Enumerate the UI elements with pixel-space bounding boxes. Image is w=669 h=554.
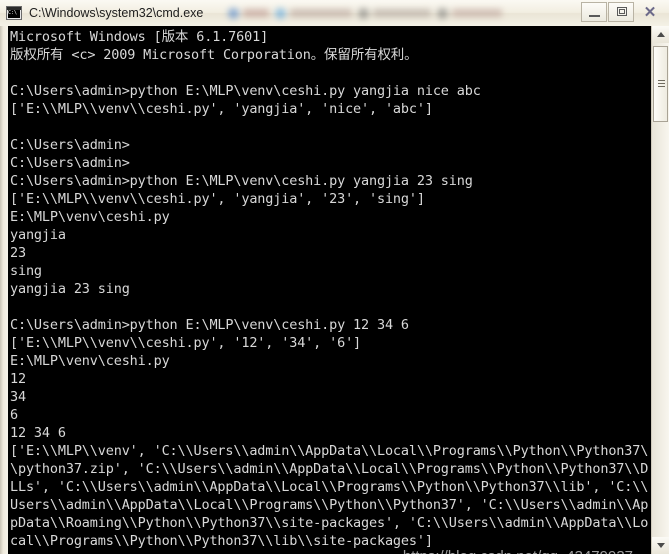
console-line: 12 bbox=[10, 371, 26, 387]
maximize-icon bbox=[617, 7, 627, 16]
background-tab bbox=[437, 7, 502, 19]
console-line: E:\MLP\venv\ceshi.py bbox=[10, 209, 170, 225]
favicon-icon bbox=[228, 7, 239, 19]
console-line: yangjia bbox=[10, 227, 66, 243]
console-line: cal\\Programs\\Python\\Python37\\lib\\si… bbox=[10, 533, 433, 549]
console-line: C:\Users\admin>python E:\MLP\venv\ceshi.… bbox=[10, 83, 481, 99]
console-line: Microsoft Windows [版本 6.1.7601] bbox=[10, 29, 269, 45]
console-line: ['E:\\MLP\\venv', 'C:\\Users\\admin\\App… bbox=[10, 443, 649, 459]
scrollbar-thumb[interactable] bbox=[653, 46, 668, 122]
title-bar[interactable]: C:\Windows\system32\cmd.exe ✕ bbox=[0, 0, 669, 26]
console-line: ['E:\\MLP\\venv\\ceshi.py', 'yangjia', '… bbox=[10, 191, 425, 207]
favicon-icon bbox=[358, 7, 369, 19]
console-line: C:\Users\admin> bbox=[10, 155, 130, 171]
console-line: \python37.zip', 'C:\\Users\\admin\\AppDa… bbox=[10, 461, 649, 477]
favicon-icon bbox=[437, 7, 448, 19]
cmd-window: C:\Windows\system32\cmd.exe ✕ Microsoft … bbox=[0, 0, 669, 554]
favicon-icon bbox=[275, 7, 286, 19]
chevron-down-icon bbox=[656, 543, 665, 548]
console-line: pData\\Roaming\\Python\\Python37\\site-p… bbox=[10, 515, 649, 531]
close-button[interactable]: ✕ bbox=[635, 2, 665, 22]
background-tab-label bbox=[243, 9, 269, 17]
console-line: 6 bbox=[10, 407, 18, 423]
background-tab bbox=[275, 7, 352, 19]
console-line: ['E:\\MLP\\venv\\ceshi.py', 'yangjia', '… bbox=[10, 101, 433, 117]
minimize-button[interactable] bbox=[581, 2, 607, 22]
chevron-up-icon bbox=[656, 32, 665, 37]
console-line: 34 bbox=[10, 389, 26, 405]
console-line: Users\\admin\\AppData\\Local\\Programs\\… bbox=[10, 497, 649, 513]
console-line: 版权所有 <c> 2009 Microsoft Corporation。保留所有… bbox=[10, 47, 418, 63]
console-text: Microsoft Windows [版本 6.1.7601] 版权所有 <c> … bbox=[10, 28, 648, 554]
maximize-button[interactable] bbox=[608, 2, 634, 22]
console-line: 23 bbox=[10, 245, 26, 261]
close-icon: ✕ bbox=[643, 4, 657, 21]
vertical-scrollbar[interactable] bbox=[651, 26, 669, 554]
console-line: LLs', 'C:\\Users\\admin\\AppData\\Local\… bbox=[10, 479, 649, 495]
window-frame-left bbox=[0, 26, 8, 554]
background-browser-tabs bbox=[228, 0, 583, 26]
console-line: sing bbox=[10, 263, 42, 279]
scroll-down-button[interactable] bbox=[652, 537, 669, 554]
background-tab bbox=[358, 7, 431, 19]
console-line: ['E:\\MLP\\venv\\ceshi.py', '12', '34', … bbox=[10, 335, 362, 351]
console-line: yangjia 23 sing bbox=[10, 281, 130, 297]
scroll-up-button[interactable] bbox=[652, 26, 669, 43]
minimize-icon bbox=[589, 15, 600, 17]
console-line: 12 34 6 bbox=[10, 425, 66, 441]
console-line: C:\Users\admin>python E:\MLP\venv\ceshi.… bbox=[10, 317, 409, 333]
background-tab-label bbox=[452, 9, 502, 17]
window-controls: ✕ bbox=[580, 2, 665, 22]
console-line: C:\Users\admin>python E:\MLP\venv\ceshi.… bbox=[10, 173, 473, 189]
console-line: C:\Users\admin> bbox=[10, 137, 130, 153]
window-title: C:\Windows\system32\cmd.exe bbox=[29, 6, 204, 20]
background-tab-label bbox=[290, 9, 352, 17]
cmd-icon bbox=[6, 6, 22, 20]
console-output-area[interactable]: Microsoft Windows [版本 6.1.7601] 版权所有 <c> … bbox=[8, 26, 651, 554]
background-tab bbox=[228, 7, 269, 19]
background-tab-label bbox=[373, 9, 431, 17]
console-line: E:\MLP\venv\ceshi.py bbox=[10, 353, 170, 369]
